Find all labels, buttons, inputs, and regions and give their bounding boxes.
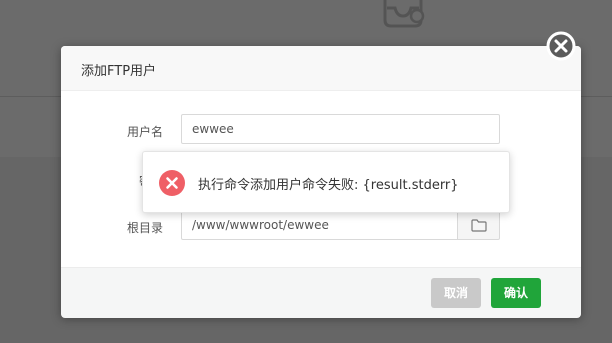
confirm-button[interactable]: 确认 — [491, 278, 541, 308]
root-dir-input[interactable]: /www/wwwroot/ewwee — [181, 210, 458, 240]
error-circle-icon — [159, 170, 185, 196]
dialog-footer: 取消 确认 — [61, 267, 581, 318]
dialog-header: 添加FTP用户 — [61, 46, 581, 91]
username-input[interactable]: ewwee — [181, 114, 500, 144]
browse-folder-button[interactable] — [457, 210, 500, 240]
error-toast: 执行命令添加用户命令失败: {result.stderr} — [142, 151, 510, 213]
error-message: 执行命令添加用户命令失败: {result.stderr} — [198, 178, 459, 193]
root-dir-label: 根目录 — [126, 221, 163, 235]
close-icon[interactable] — [546, 31, 576, 61]
inbox-icon — [383, 0, 425, 28]
cancel-button[interactable]: 取消 — [431, 278, 481, 308]
dialog-title: 添加FTP用户 — [81, 64, 157, 79]
folder-icon — [470, 218, 487, 232]
username-label: 用户名 — [126, 125, 163, 139]
